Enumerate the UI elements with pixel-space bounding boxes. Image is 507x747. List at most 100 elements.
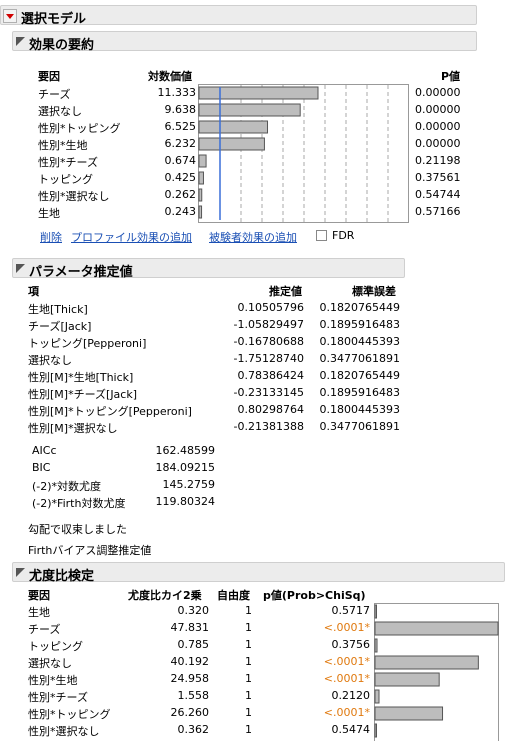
- effect-p: 0.21198: [415, 154, 461, 167]
- chisq-bar-chart: [374, 603, 499, 741]
- chisq-bar: [374, 723, 377, 738]
- params-col-term: 項: [28, 285, 39, 298]
- lr-title: 尤度比検定: [29, 569, 95, 584]
- param-term: 性別[M]*生地[Thick]: [28, 371, 134, 384]
- param-term: 性別[M]*チーズ[Jack]: [28, 388, 138, 401]
- lr-p-value: 0.5474: [331, 723, 371, 736]
- lr-source: 性別*トッピング: [28, 708, 111, 721]
- lr-col-chisq: 尤度比カイ2乗: [128, 589, 202, 602]
- param-se: 0.1820765449: [319, 301, 400, 314]
- chisq-bar: [374, 672, 440, 687]
- param-estimate: 0.10505796: [237, 301, 304, 314]
- firth-note: Firthバイアス調整推定値: [28, 544, 152, 557]
- effect-p: 0.00000: [415, 103, 461, 116]
- lr-header[interactable]: 尤度比検定: [12, 562, 505, 584]
- model-header: 選択モデル: [0, 5, 477, 27]
- stat-label: BIC: [32, 461, 51, 474]
- lr-col-df: 自由度: [217, 589, 250, 602]
- params-header[interactable]: パラメータ推定値: [12, 258, 405, 280]
- effects-col-source: 要因: [38, 70, 60, 83]
- param-term: 性別[M]*選択なし: [28, 422, 118, 435]
- lr-chisq: 26.260: [170, 706, 210, 719]
- lr-p-value: 0.5717: [331, 604, 371, 617]
- param-term: 選択なし: [28, 354, 72, 367]
- lr-df: 1: [245, 689, 252, 702]
- effects-header[interactable]: 効果の要約: [12, 31, 477, 53]
- lr-p-value: <.0001*: [323, 621, 370, 634]
- effect-p: 0.00000: [415, 137, 461, 150]
- add-profile-effects-link[interactable]: プロファイル効果の追加: [71, 229, 192, 245]
- effects-col-logworth: 対数価値: [148, 70, 192, 83]
- effect-logworth: 6.525: [164, 120, 197, 133]
- logworth-bar: [198, 86, 319, 100]
- param-estimate: 0.78386424: [237, 369, 304, 382]
- red-triangle-menu-icon[interactable]: [3, 9, 17, 23]
- collapse-triangle-icon[interactable]: [16, 264, 25, 273]
- lr-chisq: 1.558: [177, 689, 210, 702]
- logworth-bar: [198, 120, 269, 134]
- fdr-checkbox[interactable]: [316, 230, 327, 241]
- effect-source: 性別*トッピング: [38, 122, 121, 135]
- lr-df: 1: [245, 638, 252, 651]
- remove-link[interactable]: 削除: [40, 229, 62, 245]
- effect-logworth: 0.262: [164, 188, 197, 201]
- lr-df: 1: [245, 723, 252, 736]
- logworth-bar: [198, 103, 301, 117]
- collapse-triangle-icon[interactable]: [16, 37, 25, 46]
- effect-source: 性別*チーズ: [38, 156, 98, 169]
- logworth-bar: [198, 154, 207, 168]
- lr-source: 性別*生地: [28, 674, 78, 687]
- stat-label: AICc: [32, 444, 57, 457]
- lr-df: 1: [245, 621, 252, 634]
- logworth-bar-chart: [198, 84, 409, 223]
- convergence-note: 勾配で収束しました: [28, 523, 127, 536]
- chisq-bar: [374, 689, 380, 704]
- lr-df: 1: [245, 706, 252, 719]
- param-term: チーズ[Jack]: [28, 320, 92, 333]
- logworth-bar: [198, 205, 203, 219]
- param-estimate: -1.75128740: [233, 352, 304, 365]
- effect-logworth: 11.333: [157, 86, 197, 99]
- lr-p-value: <.0001*: [323, 672, 370, 685]
- effect-p: 0.00000: [415, 86, 461, 99]
- lr-source: 性別*チーズ: [28, 691, 88, 704]
- param-estimate: -0.21381388: [233, 420, 304, 433]
- lr-chisq: 47.831: [170, 621, 210, 634]
- collapse-triangle-icon[interactable]: [16, 568, 25, 577]
- params-col-se: 標準誤差: [352, 285, 396, 298]
- fdr-label: FDR: [332, 229, 355, 242]
- lr-chisq: 40.192: [170, 655, 210, 668]
- lr-source: トッピング: [28, 640, 83, 653]
- param-se: 0.3477061891: [319, 420, 400, 433]
- effect-source: 性別*生地: [38, 139, 88, 152]
- param-estimate: -0.16780688: [233, 335, 304, 348]
- param-estimate: -1.05829497: [233, 318, 304, 331]
- param-se: 0.1895916483: [319, 318, 400, 331]
- params-col-estimate: 推定値: [269, 285, 302, 298]
- effects-title: 効果の要約: [29, 38, 95, 53]
- param-term: 性別[M]*トッピング[Pepperoni]: [28, 405, 192, 418]
- effect-logworth: 0.674: [164, 154, 197, 167]
- effect-p: 0.54744: [415, 188, 461, 201]
- stat-value: 119.80324: [155, 495, 216, 508]
- logworth-bar: [198, 171, 204, 185]
- logworth-bar: [198, 188, 203, 202]
- params-title: パラメータ推定値: [29, 265, 133, 280]
- lr-df: 1: [245, 655, 252, 668]
- lr-p-value: <.0001*: [323, 655, 370, 668]
- effect-logworth: 6.232: [164, 137, 197, 150]
- effect-logworth: 0.243: [164, 205, 197, 218]
- effect-p: 0.57166: [415, 205, 461, 218]
- stat-label: (-2)*Firth対数尤度: [32, 497, 126, 510]
- effect-p: 0.37561: [415, 171, 461, 184]
- lr-chisq: 0.785: [177, 638, 210, 651]
- param-se: 0.3477061891: [319, 352, 400, 365]
- effects-col-p: P値: [441, 70, 461, 83]
- model-title: 選択モデル: [21, 12, 87, 27]
- param-estimate: -0.23133145: [233, 386, 304, 399]
- lr-source: チーズ: [28, 623, 61, 636]
- param-term: トッピング[Pepperoni]: [28, 337, 147, 350]
- add-subject-effects-link[interactable]: 被験者効果の追加: [209, 229, 297, 245]
- effect-logworth: 0.425: [164, 171, 197, 184]
- effect-source: トッピング: [38, 173, 93, 186]
